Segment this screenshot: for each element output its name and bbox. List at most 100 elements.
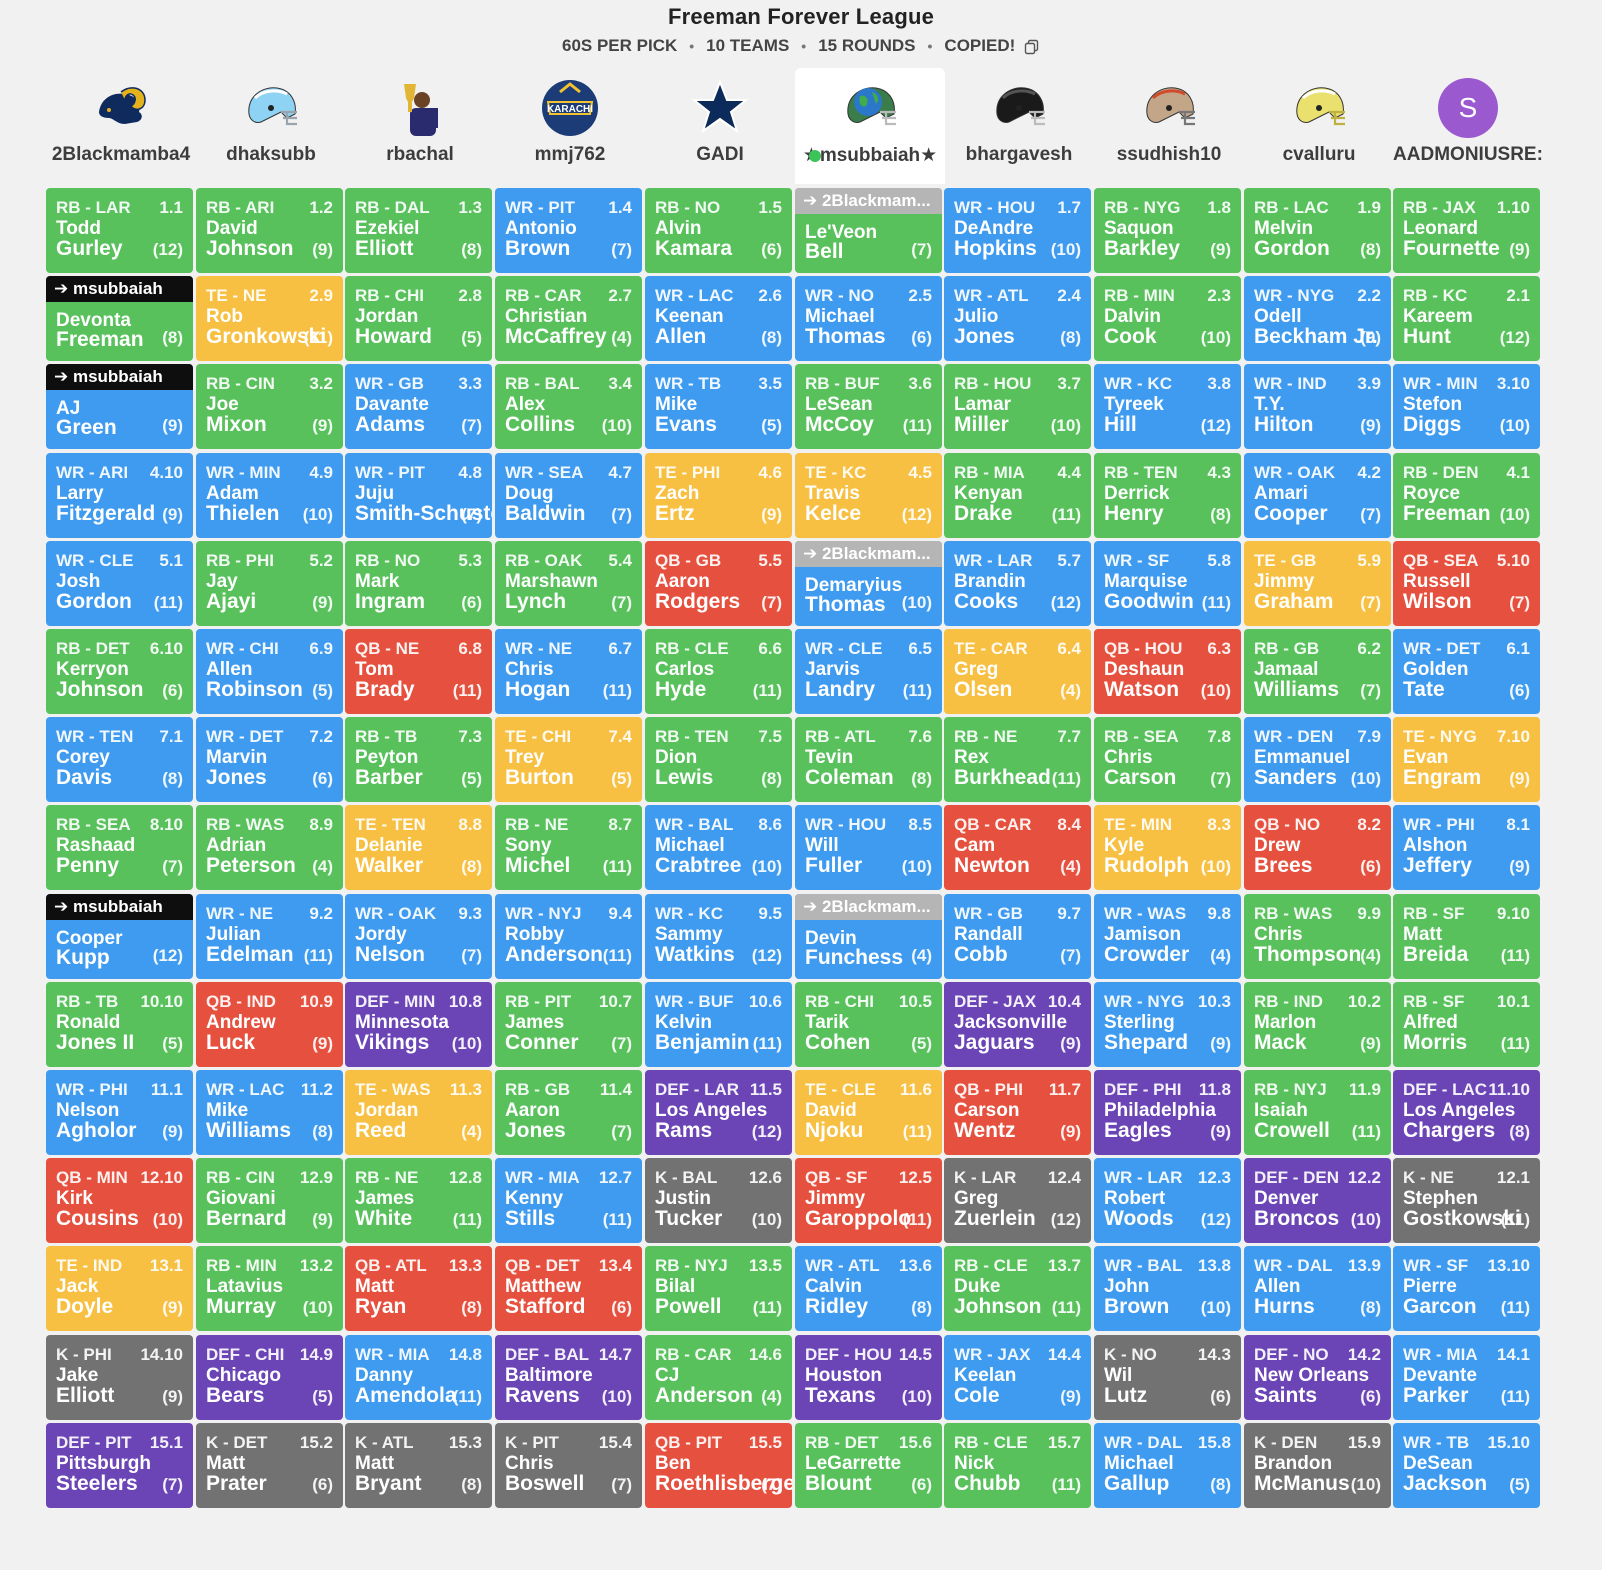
pick-cell[interactable]: RB - NE 7.7 Rex Burkhead (11): [944, 717, 1091, 802]
pick-cell[interactable]: RB - ATL 7.6 Tevin Coleman (8): [795, 717, 942, 802]
pick-cell[interactable]: RB - CAR 2.7 Christian McCaffrey (4): [495, 276, 642, 361]
pick-cell[interactable]: WR - TB 15.10 DeSean Jackson (5): [1393, 1423, 1540, 1508]
pick-cell[interactable]: WR - DET 7.2 Marvin Jones (6): [196, 717, 343, 802]
pick-cell[interactable]: WR - ATL 2.4 Julio Jones (8): [944, 276, 1091, 361]
pick-cell[interactable]: RB - GB 11.4 Aaron Jones (7): [495, 1070, 642, 1155]
pick-cell[interactable]: RB - PHI 5.2 Jay Ajayi (9): [196, 541, 343, 626]
pick-cell[interactable]: WR - NYG 10.3 Sterling Shepard (9): [1094, 982, 1241, 1067]
pick-cell[interactable]: WR - LAC 2.6 Keenan Allen (8): [645, 276, 792, 361]
pick-cell[interactable]: RB - NO 5.3 Mark Ingram (6): [345, 541, 492, 626]
pick-cell[interactable]: WR - SF 13.10 Pierre Garcon (11): [1393, 1246, 1540, 1331]
pick-cell[interactable]: RB - WAS 9.9 Chris Thompson (4): [1244, 894, 1391, 979]
pick-cell[interactable]: DEF - BAL 14.7 Baltimore Ravens (10): [495, 1335, 642, 1420]
pick-cell[interactable]: DEF - CHI 14.9 Chicago Bears (5): [196, 1335, 343, 1420]
pick-cell[interactable]: RB - DEN 4.1 Royce Freeman (10): [1393, 453, 1540, 538]
pick-cell[interactable]: TE - MIN 8.3 Kyle Rudolph (10): [1094, 805, 1241, 890]
pick-cell[interactable]: RB - NYG 1.8 Saquon Barkley (9): [1094, 188, 1241, 273]
traded-to-badge[interactable]: ➔ 2Blackmam...: [795, 541, 942, 567]
pick-cell[interactable]: K - DEN 15.9 Brandon McManus (10): [1244, 1423, 1391, 1508]
traded-to-badge[interactable]: ➔ 2Blackmam...: [795, 894, 942, 920]
pick-cell[interactable]: QB - PHI 11.7 Carson Wentz (9): [944, 1070, 1091, 1155]
pick-cell[interactable]: RB - DET 6.10 Kerryon Johnson (6): [46, 629, 193, 714]
pick-cell[interactable]: RB - ARI 1.2 David Johnson (9): [196, 188, 343, 273]
pick-cell[interactable]: TE - NE 2.9 Rob Gronkowski (11): [196, 276, 343, 361]
pick-cell[interactable]: WR - CHI 6.9 Allen Robinson (5): [196, 629, 343, 714]
pick-cell[interactable]: WR - NYG 2.2 Odell Beckham Jr. (9): [1244, 276, 1391, 361]
pick-cell[interactable]: WR - LAR 5.7 Brandin Cooks (12): [944, 541, 1091, 626]
pick-cell[interactable]: ➔ 2Blackmam... Le'Veon Bell (7): [795, 188, 942, 273]
team-column-4[interactable]: GADI: [645, 68, 795, 184]
pick-cell[interactable]: RB - JAX 1.10 Leonard Fournette (9): [1393, 188, 1540, 273]
pick-cell[interactable]: WR - CLE 6.5 Jarvis Landry (11): [795, 629, 942, 714]
pick-cell[interactable]: WR - NE 6.7 Chris Hogan (11): [495, 629, 642, 714]
pick-cell[interactable]: WR - GB 3.3 Davante Adams (7): [345, 364, 492, 449]
team-column-8[interactable]: cvalluru: [1244, 68, 1394, 184]
team-column-2[interactable]: rbachal: [345, 68, 495, 184]
pick-cell[interactable]: K - DET 15.2 Matt Prater (6): [196, 1423, 343, 1508]
pick-cell[interactable]: RB - CIN 3.2 Joe Mixon (9): [196, 364, 343, 449]
pick-cell[interactable]: RB - MIN 2.3 Dalvin Cook (10): [1094, 276, 1241, 361]
pick-cell[interactable]: RB - LAR 1.1 Todd Gurley (12): [46, 188, 193, 273]
pick-cell[interactable]: K - PIT 15.4 Chris Boswell (7): [495, 1423, 642, 1508]
pick-cell[interactable]: WR - HOU 8.5 Will Fuller (10): [795, 805, 942, 890]
pick-cell[interactable]: DEF - DEN 12.2 Denver Broncos (10): [1244, 1158, 1391, 1243]
pick-cell[interactable]: WR - HOU 1.7 DeAndre Hopkins (10): [944, 188, 1091, 273]
copy-icon[interactable]: [1024, 39, 1040, 55]
pick-cell[interactable]: WR - PHI 11.1 Nelson Agholor (9): [46, 1070, 193, 1155]
pick-cell[interactable]: RB - NE 12.8 James White (11): [345, 1158, 492, 1243]
pick-cell[interactable]: TE - TEN 8.8 Delanie Walker (8): [345, 805, 492, 890]
pick-cell[interactable]: TE - CAR 6.4 Greg Olsen (4): [944, 629, 1091, 714]
pick-cell[interactable]: TE - PHI 4.6 Zach Ertz (9): [645, 453, 792, 538]
pick-cell[interactable]: RB - SEA 8.10 Rashaad Penny (7): [46, 805, 193, 890]
pick-cell[interactable]: RB - TEN 4.3 Derrick Henry (8): [1094, 453, 1241, 538]
team-column-7[interactable]: ssudhish10: [1094, 68, 1244, 184]
pick-cell[interactable]: TE - NYG 7.10 Evan Engram (9): [1393, 717, 1540, 802]
pick-cell[interactable]: QB - GB 5.5 Aaron Rodgers (7): [645, 541, 792, 626]
copy-link-button[interactable]: COPIED!: [944, 36, 1040, 56]
pick-cell[interactable]: WR - DET 6.1 Golden Tate (6): [1393, 629, 1540, 714]
pick-cell[interactable]: WR - TB 3.5 Mike Evans (5): [645, 364, 792, 449]
pick-cell[interactable]: K - ATL 15.3 Matt Bryant (8): [345, 1423, 492, 1508]
pick-cell[interactable]: WR - NYJ 9.4 Robby Anderson (11): [495, 894, 642, 979]
pick-cell[interactable]: WR - SF 5.8 Marquise Goodwin (11): [1094, 541, 1241, 626]
pick-cell[interactable]: RB - CLE 6.6 Carlos Hyde (11): [645, 629, 792, 714]
pick-cell[interactable]: QB - NE 6.8 Tom Brady (11): [345, 629, 492, 714]
pick-cell[interactable]: WR - LAC 11.2 Mike Williams (8): [196, 1070, 343, 1155]
team-column-6[interactable]: bhargavesh: [944, 68, 1094, 184]
pick-cell[interactable]: WR - BAL 8.6 Michael Crabtree (10): [645, 805, 792, 890]
pick-cell[interactable]: DEF - MIN 10.8 Minnesota Vikings (10): [345, 982, 492, 1067]
pick-cell[interactable]: WR - ARI 4.10 Larry Fitzgerald (9): [46, 453, 193, 538]
pick-cell[interactable]: WR - MIA 14.8 Danny Amendola (11): [345, 1335, 492, 1420]
pick-cell[interactable]: RB - GB 6.2 Jamaal Williams (7): [1244, 629, 1391, 714]
pick-cell[interactable]: WR - JAX 14.4 Keelan Cole (9): [944, 1335, 1091, 1420]
pick-cell[interactable]: RB - KC 2.1 Kareem Hunt (12): [1393, 276, 1540, 361]
pick-cell[interactable]: RB - PIT 10.7 James Conner (7): [495, 982, 642, 1067]
pick-cell[interactable]: QB - DET 13.4 Matthew Stafford (6): [495, 1246, 642, 1331]
pick-cell[interactable]: WR - WAS 9.8 Jamison Crowder (4): [1094, 894, 1241, 979]
pick-cell[interactable]: ➔ msubbaiah Cooper Kupp (12): [46, 894, 193, 979]
pick-cell[interactable]: RB - DAL 1.3 Ezekiel Elliott (8): [345, 188, 492, 273]
pick-cell[interactable]: WR - KC 3.8 Tyreek Hill (12): [1094, 364, 1241, 449]
pick-cell[interactable]: RB - NYJ 13.5 Bilal Powell (11): [645, 1246, 792, 1331]
pick-cell[interactable]: RB - CLE 13.7 Duke Johnson (11): [944, 1246, 1091, 1331]
pick-cell[interactable]: WR - PIT 1.4 Antonio Brown (7): [495, 188, 642, 273]
pick-cell[interactable]: TE - WAS 11.3 Jordan Reed (4): [345, 1070, 492, 1155]
pick-cell[interactable]: ➔ msubbaiah AJ Green (9): [46, 364, 193, 449]
pick-cell[interactable]: QB - MIN 12.10 Kirk Cousins (10): [46, 1158, 193, 1243]
team-column-5[interactable]: ★msubbaiah★: [795, 68, 945, 184]
pick-cell[interactable]: RB - BAL 3.4 Alex Collins (10): [495, 364, 642, 449]
pick-cell[interactable]: WR - NO 2.5 Michael Thomas (6): [795, 276, 942, 361]
pick-cell[interactable]: TE - CHI 7.4 Trey Burton (5): [495, 717, 642, 802]
pick-cell[interactable]: RB - OAK 5.4 Marshawn Lynch (7): [495, 541, 642, 626]
pick-cell[interactable]: ➔ 2Blackmam... Devin Funchess (4): [795, 894, 942, 979]
pick-cell[interactable]: QB - CAR 8.4 Cam Newton (4): [944, 805, 1091, 890]
traded-to-badge[interactable]: ➔ msubbaiah: [46, 364, 193, 390]
pick-cell[interactable]: WR - KC 9.5 Sammy Watkins (12): [645, 894, 792, 979]
team-column-1[interactable]: dhaksubb: [196, 68, 346, 184]
pick-cell[interactable]: RB - MIN 13.2 Latavius Murray (10): [196, 1246, 343, 1331]
pick-cell[interactable]: RB - SF 10.1 Alfred Morris (11): [1393, 982, 1540, 1067]
pick-cell[interactable]: RB - MIA 4.4 Kenyan Drake (11): [944, 453, 1091, 538]
pick-cell[interactable]: QB - NO 8.2 Drew Brees (6): [1244, 805, 1391, 890]
pick-cell[interactable]: QB - SEA 5.10 Russell Wilson (7): [1393, 541, 1540, 626]
pick-cell[interactable]: RB - SF 9.10 Matt Breida (11): [1393, 894, 1540, 979]
